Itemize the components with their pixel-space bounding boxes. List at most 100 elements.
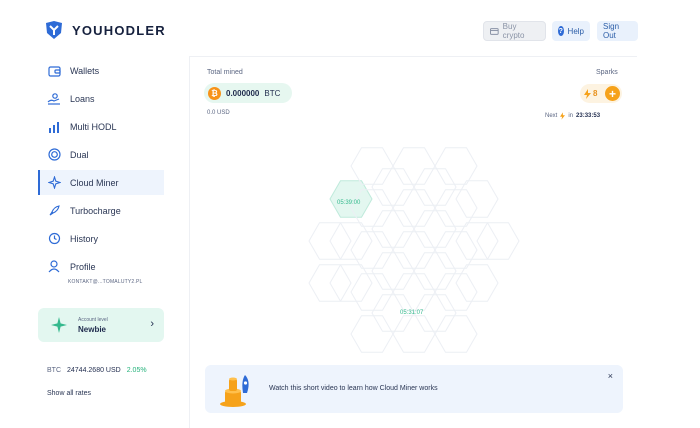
next-in-label: in — [568, 113, 574, 119]
total-mined-label: Total mined — [207, 69, 243, 76]
rate-price: 24744.2680 USD — [67, 367, 121, 374]
mined-unit: BTC — [264, 88, 281, 98]
hex-cell — [350, 231, 394, 269]
chart-bars-icon — [47, 120, 61, 134]
dual-icon — [47, 148, 61, 162]
sidebar-item-profile[interactable]: Profile — [38, 254, 164, 279]
hex-cell — [329, 264, 373, 302]
hex-cell — [371, 210, 415, 248]
buy-crypto-label: Buy crypto — [502, 22, 525, 40]
sparks-label: Sparks — [596, 69, 618, 76]
loans-icon — [47, 92, 61, 106]
rate-change: 2.05% — [126, 367, 147, 374]
hex-cell — [350, 189, 394, 227]
brand-name: YOUHODLER — [72, 22, 166, 38]
sidebar-item-label: History — [70, 233, 99, 244]
hex-cell — [392, 231, 436, 269]
hex-cell — [413, 210, 457, 248]
add-sparks-button[interactable]: + — [605, 86, 620, 101]
video-banner[interactable]: Watch this short video to learn how Clou… — [205, 365, 623, 413]
lightning-small-icon — [560, 112, 566, 120]
mined-value: 0.000000 — [226, 88, 260, 98]
help-button[interactable]: ? Help — [552, 21, 590, 41]
sidebar-item-turbocharge[interactable]: Turbocharge — [38, 198, 164, 223]
header-divider — [189, 56, 637, 57]
history-icon — [47, 232, 61, 246]
sparks-pill: 8 + — [580, 84, 622, 103]
help-label: Help — [567, 26, 584, 36]
next-label: Next — [545, 113, 558, 119]
hex-cell — [329, 222, 373, 260]
next-time: 23:33:53 — [576, 113, 601, 119]
close-icon[interactable]: × — [608, 371, 613, 381]
user-icon — [47, 260, 61, 274]
lightning-icon — [584, 88, 591, 99]
hex-cell — [434, 231, 478, 269]
bitcoin-icon: ₿ — [208, 86, 221, 100]
logo-mark-icon — [46, 21, 62, 39]
hex-timer-2: 05:31:07 — [400, 310, 424, 316]
sidebar-item-history[interactable]: History — [38, 226, 164, 251]
sidebar-item-label: Cloud Miner — [70, 177, 119, 188]
sidebar-item-label: Multi HODL — [70, 121, 117, 132]
hex-cell — [350, 147, 394, 185]
hex-cell — [350, 315, 394, 353]
hex-cell — [371, 168, 415, 206]
hex-cell — [392, 273, 436, 311]
account-level-value: Newbie — [78, 324, 107, 334]
hex-cell — [413, 168, 457, 206]
buy-crypto-button[interactable]: Buy crypto — [483, 21, 546, 41]
card-icon — [490, 27, 499, 35]
hex-cell — [434, 315, 478, 353]
next-spark-timer: Next in 23:33:53 — [545, 112, 600, 120]
brand-logo[interactable]: YOUHODLER — [44, 20, 166, 40]
chevron-right-icon: › — [150, 318, 154, 330]
hex-cell — [392, 189, 436, 227]
sign-out-button[interactable]: Sign Out — [597, 21, 638, 41]
show-all-rates-link[interactable]: Show all rates — [47, 390, 91, 397]
hex-cell — [371, 252, 415, 290]
rate-row: BTC 24744.2680 USD 2.05% — [47, 367, 147, 374]
sidebar-item-dual[interactable]: Dual — [38, 142, 164, 167]
mined-usd: 0.0 USD — [207, 110, 230, 116]
sidebar-item-multi-hodl[interactable]: Multi HODL — [38, 114, 164, 139]
miner-icon — [47, 176, 61, 190]
sign-out-label: Sign Out — [603, 22, 620, 40]
sidebar-item-label: Wallets — [70, 65, 100, 76]
hex-cell-active — [329, 180, 373, 218]
wallet-icon — [47, 64, 61, 78]
rate-asset: BTC — [47, 367, 61, 374]
sidebar-item-cloud-miner[interactable]: Cloud Miner — [38, 170, 164, 195]
hex-cell — [434, 273, 478, 311]
profile-email: KONTAKT@...TOMALUTY2.PL — [68, 279, 143, 285]
sparkle-icon — [51, 317, 67, 333]
sparks-count: 8 — [593, 89, 598, 98]
sidebar-item-label: Dual — [70, 149, 89, 160]
hex-cell — [434, 189, 478, 227]
coins-rocket-illustration — [220, 375, 249, 407]
hex-cell — [434, 147, 478, 185]
hex-timer-1: 05:39:00 — [337, 200, 361, 206]
sidebar-item-label: Loans — [70, 93, 95, 104]
hex-cell — [413, 252, 457, 290]
sidebar-item-loans[interactable]: Loans — [38, 86, 164, 111]
hex-cell — [476, 222, 520, 260]
rocket-icon — [47, 204, 61, 218]
account-level-label: Account level — [78, 316, 108, 323]
sidebar-item-label: Turbocharge — [70, 205, 121, 216]
hex-cell — [308, 222, 352, 260]
total-mined-pill: ₿ 0.000000 BTC — [204, 83, 292, 103]
sidebar-item-label: Profile — [70, 261, 96, 272]
help-icon: ? — [558, 26, 564, 36]
hex-cell — [455, 180, 499, 218]
hex-cell — [308, 264, 352, 302]
hex-cell — [392, 147, 436, 185]
sidebar-item-wallets[interactable]: Wallets — [38, 58, 164, 83]
hex-cell — [455, 264, 499, 302]
hex-cell — [455, 222, 499, 260]
account-level-card[interactable]: Account level Newbie › — [38, 308, 164, 342]
banner-text: Watch this short video to learn how Clou… — [269, 385, 438, 392]
hex-cell — [392, 315, 436, 353]
sidebar-divider — [189, 56, 190, 428]
hex-cell — [350, 273, 394, 311]
